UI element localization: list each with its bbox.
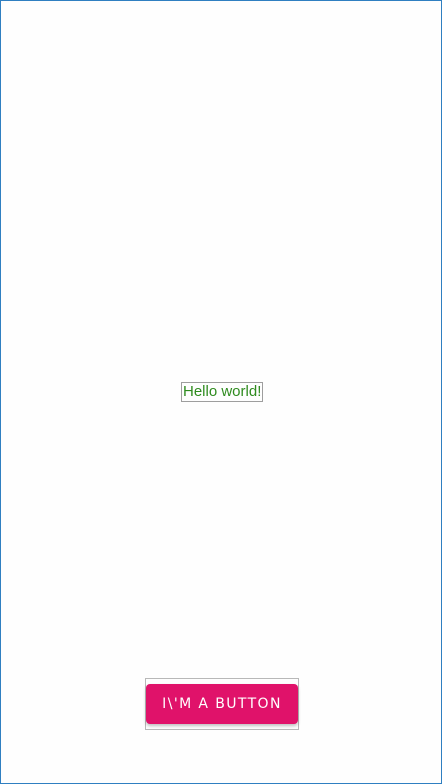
primary-button[interactable]: I\'M A BUTTON <box>146 684 298 724</box>
hello-text-view: Hello world! <box>181 382 264 402</box>
app-screen: Hello world! I\'M A BUTTON <box>0 0 442 784</box>
hello-world-label: Hello world! <box>183 383 262 400</box>
